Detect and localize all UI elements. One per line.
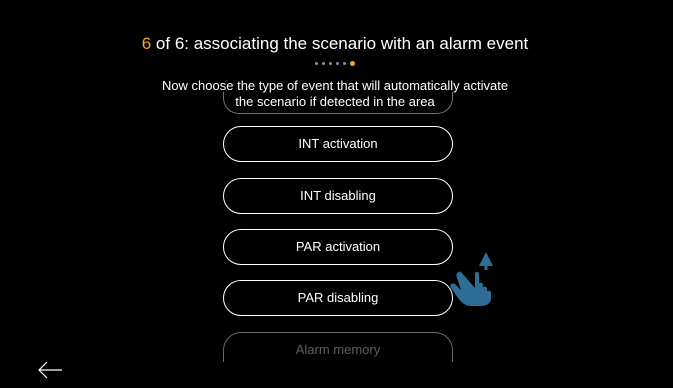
option-alarm-memory[interactable]: Alarm memory: [223, 332, 453, 362]
swipe-up-hand-icon: [450, 252, 493, 306]
option-par-activation[interactable]: PAR activation: [223, 229, 453, 265]
option-par-disabling[interactable]: PAR disabling: [223, 280, 453, 316]
back-arrow-icon[interactable]: [37, 360, 63, 380]
instruction-text: Now choose the type of event that will a…: [3, 78, 667, 110]
option-int-activation[interactable]: INT activation: [223, 126, 453, 162]
event-option-list: INT activation INT disabling PAR activat…: [3, 8, 667, 388]
instruction-line-1: Now choose the type of event that will a…: [161, 78, 509, 93]
instruction-line-2: the scenario if detected in the area: [235, 94, 435, 109]
wizard-screen: 6 of 6: associating the scenario with an…: [3, 8, 667, 388]
option-int-disabling[interactable]: INT disabling: [223, 178, 453, 214]
